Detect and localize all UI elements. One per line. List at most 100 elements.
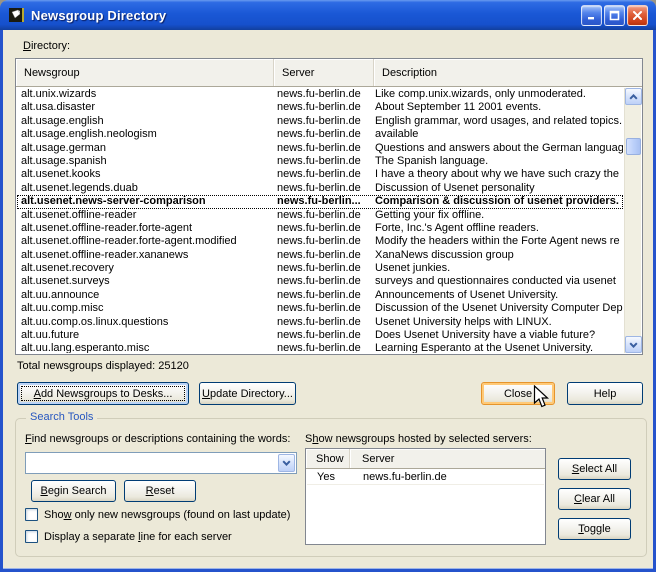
update-directory-button[interactable]: Update Directory... (199, 382, 296, 405)
cell-newsgroup: alt.usage.spanish (17, 155, 271, 168)
table-row[interactable]: alt.uu.comp.miscnews.fu-berlin.deDiscuss… (17, 302, 623, 315)
table-row[interactable]: alt.uu.comp.os.linux.questionsnews.fu-be… (17, 316, 623, 329)
close-label: Close (504, 388, 532, 400)
find-words-label: Find newsgroups or descriptions containi… (25, 433, 290, 445)
search-words-combobox[interactable] (25, 452, 297, 474)
begin-search-label: Begin Search (40, 485, 106, 497)
total-newsgroups-label: Total newsgroups displayed: 25120 (17, 360, 189, 372)
cell-description: About September 11 2001 events. (367, 101, 623, 114)
show-only-new-label: Show only new newsgroups (found on last … (44, 509, 290, 521)
table-row[interactable]: alt.usenet.kooksnews.fu-berlin.deI have … (17, 168, 623, 181)
column-header-description[interactable]: Description (374, 59, 642, 86)
cell-newsgroup: alt.uu.comp.os.linux.questions (17, 316, 271, 329)
cell-newsgroup: alt.usenet.surveys (17, 275, 271, 288)
table-row[interactable]: alt.usenet.offline-reader.xananewsnews.f… (17, 249, 623, 262)
separate-line-checkbox-row: Display a separate line for each server (25, 530, 232, 543)
close-icon (632, 10, 643, 21)
cell-server: news.fu-berlin.de (271, 155, 367, 168)
cell-server: news.fu-berlin.de (271, 88, 367, 101)
directory-scrollbar[interactable] (624, 88, 641, 353)
table-row[interactable]: alt.usage.spanishnews.fu-berlin.deThe Sp… (17, 155, 623, 168)
cell-newsgroup: alt.usa.disaster (17, 101, 271, 114)
cell-server: news.fu-berlin.de (271, 275, 367, 288)
clear-all-button[interactable]: Clear All (558, 488, 631, 510)
table-row[interactable]: alt.usenet.offline-readernews.fu-berlin.… (17, 209, 623, 222)
cell-newsgroup: alt.uu.comp.misc (17, 302, 271, 315)
table-row[interactable]: alt.uu.announcenews.fu-berlin.deAnnounce… (17, 289, 623, 302)
minimize-button[interactable] (581, 5, 602, 26)
table-row[interactable]: alt.usage.english.neologismnews.fu-berli… (17, 128, 623, 141)
minimize-icon (586, 10, 597, 21)
show-only-new-checkbox[interactable] (25, 508, 38, 521)
cell-description: XanaNews discussion group (367, 249, 623, 262)
column-header-show[interactable]: Show (306, 449, 350, 468)
table-row[interactable]: alt.usenet.legends.duabnews.fu-berlin.de… (17, 182, 623, 195)
column-header-server[interactable]: Server (274, 59, 374, 86)
cell-newsgroup: alt.usenet.legends.duab (17, 182, 271, 195)
table-row[interactable]: alt.usage.englishnews.fu-berlin.deEnglis… (17, 115, 623, 128)
cell-description: Getting your fix offline. (367, 209, 623, 222)
maximize-button[interactable] (604, 5, 625, 26)
column-header-newsgroup[interactable]: Newsgroup (16, 59, 274, 86)
table-row[interactable]: alt.uu.lang.esperanto.miscnews.fu-berlin… (17, 342, 623, 353)
cell-server: news.fu-berlin.de (271, 262, 367, 275)
cell-server: news.fu-berlin.de (271, 142, 367, 155)
reset-label: Reset (146, 485, 175, 497)
scroll-up-button[interactable] (625, 88, 642, 105)
cell-newsgroup: alt.usenet.kooks (17, 168, 271, 181)
directory-label: Directory: (23, 40, 70, 52)
cell-newsgroup: alt.usenet.news-server-comparison (17, 195, 271, 208)
table-row[interactable]: alt.usenet.surveysnews.fu-berlin.desurve… (17, 275, 623, 288)
cell-description: Forte, Inc.'s Agent offline readers. (367, 222, 623, 235)
cell-server: news.fu-berlin.de (271, 329, 367, 342)
separate-line-label: Display a separate line for each server (44, 531, 232, 543)
table-row[interactable]: alt.usenet.offline-reader.forte-agentnew… (17, 222, 623, 235)
cell-description: English grammar, word usages, and relate… (367, 115, 623, 128)
table-row[interactable]: Yesnews.fu-berlin.de (307, 470, 544, 485)
close-button[interactable]: Close (481, 382, 555, 405)
cell-newsgroup: alt.unix.wizards (17, 88, 271, 101)
table-row[interactable]: alt.uu.futurenews.fu-berlin.deDoes Usene… (17, 329, 623, 342)
cell-newsgroup: alt.usenet.offline-reader.forte-agent (17, 222, 271, 235)
table-row[interactable]: alt.usa.disasternews.fu-berlin.deAbout S… (17, 101, 623, 114)
table-row[interactable]: alt.usage.germannews.fu-berlin.deQuestio… (17, 142, 623, 155)
cell-server: news.fu-berlin.de (271, 222, 367, 235)
separate-line-checkbox[interactable] (25, 530, 38, 543)
directory-rows: alt.unix.wizardsnews.fu-berlin.deLike co… (17, 88, 623, 353)
help-button[interactable]: Help (567, 382, 643, 405)
cell-newsgroup: alt.usenet.offline-reader.xananews (17, 249, 271, 262)
cell-description: Does Usenet University have a viable fut… (367, 329, 623, 342)
chevron-down-icon (282, 460, 291, 466)
cell-server: news.fu-berlin.de (271, 209, 367, 222)
cell-description: available (367, 128, 623, 141)
cell-server: news.fu-berlin.de (271, 249, 367, 262)
select-all-label: Select All (572, 463, 617, 475)
select-all-button[interactable]: Select All (558, 458, 631, 480)
cell-description: Announcements of Usenet University. (367, 289, 623, 302)
toggle-button[interactable]: Toggle (558, 518, 631, 540)
add-newsgroups-button[interactable]: Add Newsgroups to Desks... (17, 382, 189, 405)
cell-description: Modify the headers within the Forte Agen… (367, 235, 623, 248)
cell-description: Like comp.unix.wizards, only unmoderated… (367, 88, 623, 101)
table-row[interactable]: alt.usenet.offline-reader.forte-agent.mo… (17, 235, 623, 248)
table-row[interactable]: alt.unix.wizardsnews.fu-berlin.deLike co… (17, 88, 623, 101)
combobox-dropdown-button[interactable] (278, 454, 295, 472)
reset-button[interactable]: Reset (124, 480, 196, 502)
table-row[interactable]: alt.usenet.news-server-comparisonnews.fu… (17, 195, 623, 208)
titlebar[interactable]: Newsgroup Directory (0, 0, 656, 30)
cell-description: Usenet University helps with LINUX. (367, 316, 623, 329)
scroll-down-button[interactable] (625, 336, 642, 353)
directory-listview: Newsgroup Server Description alt.unix.wi… (15, 58, 643, 355)
column-header-server[interactable]: Server (350, 449, 545, 468)
begin-search-button[interactable]: Begin Search (31, 480, 116, 502)
scrollbar-thumb[interactable] (626, 138, 641, 155)
cell-show: Yes (307, 470, 351, 484)
cell-server: news.fu-berlin... (271, 195, 367, 208)
cell-description: surveys and questionnaires conducted via… (367, 275, 623, 288)
maximize-icon (609, 10, 620, 21)
cell-newsgroup: alt.usage.german (17, 142, 271, 155)
close-window-button[interactable] (627, 5, 648, 26)
table-row[interactable]: alt.usenet.recoverynews.fu-berlin.deUsen… (17, 262, 623, 275)
clear-all-label: Clear All (574, 493, 615, 505)
cell-server: news.fu-berlin.de (271, 115, 367, 128)
